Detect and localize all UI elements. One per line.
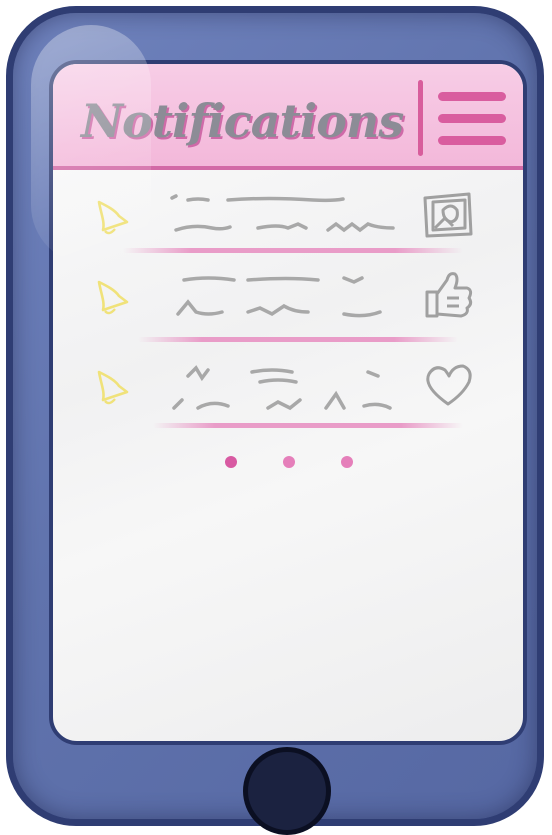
bell-icon [97, 280, 129, 315]
page-title: Notifications [81, 94, 404, 148]
page-dot[interactable] [225, 456, 237, 468]
row-divider [153, 423, 463, 428]
header-divider [418, 80, 423, 156]
page-dot[interactable] [283, 456, 295, 468]
row-divider [138, 337, 458, 342]
thumbs-up-icon[interactable] [421, 270, 475, 320]
notification-item[interactable] [53, 262, 523, 346]
bell-icon [97, 200, 129, 235]
notification-text-placeholder [172, 365, 392, 411]
hamburger-menu-icon[interactable] [438, 92, 506, 146]
heart-icon[interactable] [421, 360, 475, 410]
pagination-dots [213, 456, 353, 470]
phone-frame: Notifications [6, 6, 544, 835]
notification-text-placeholder [170, 194, 395, 233]
bell-icon [97, 370, 129, 405]
notification-item[interactable] [53, 182, 523, 266]
photo-icon[interactable] [421, 190, 475, 240]
phone-screen: Notifications [49, 60, 527, 745]
notification-text-placeholder [176, 276, 382, 318]
page-dot[interactable] [341, 456, 353, 468]
row-divider [123, 248, 463, 253]
app-header: Notifications [53, 64, 523, 170]
home-button[interactable] [243, 747, 331, 835]
